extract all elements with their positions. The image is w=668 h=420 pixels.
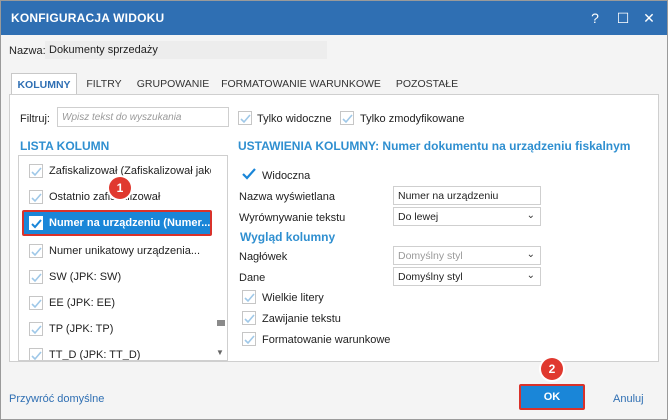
header-style-value: Domyślny styl — [398, 250, 463, 262]
visible-label: Widoczna — [262, 170, 311, 182]
tab-pozostale[interactable]: POZOSTAŁE — [389, 73, 465, 95]
chevron-down-icon: ⌄ — [526, 270, 535, 281]
list-item-label: Numer na urządzeniu (Numer... — [49, 217, 211, 229]
columns-panel: Filtruj: Wpisz tekst do wyszukania Tylko… — [9, 94, 659, 362]
step-badge-1: 1 — [109, 177, 131, 199]
list-item[interactable]: SW (JPK: SW) — [19, 264, 215, 290]
column-checkbox[interactable] — [29, 270, 43, 284]
conditional-format-label: Formatowanie warunkowe — [262, 334, 391, 346]
name-field[interactable]: Dokumenty sprzedaży — [45, 41, 327, 59]
column-checkbox[interactable] — [29, 216, 43, 230]
header-style-label: Nagłówek — [239, 251, 288, 263]
dialog-body: Nazwa: Dokumenty sprzedaży KOLUMNY FILTR… — [1, 35, 667, 419]
column-checkbox[interactable] — [29, 322, 43, 336]
check-icon — [244, 314, 255, 324]
display-name-label: Nazwa wyświetlana — [239, 191, 335, 203]
check-icon — [31, 247, 42, 257]
check-icon — [244, 335, 255, 345]
list-item[interactable]: EE (JPK: EE) — [19, 290, 215, 316]
dialog-title: KONFIGURACJA WIDOKU — [11, 11, 165, 25]
name-label: Nazwa: — [9, 45, 46, 57]
check-icon — [31, 167, 42, 177]
chevron-down-icon: ⌄ — [526, 249, 535, 260]
list-item-label: TP (JPK: TP) — [49, 323, 114, 335]
dialog-window: KONFIGURACJA WIDOKU ? ☐ ✕ Nazwa: Dokumen… — [0, 0, 668, 420]
scroll-down-icon[interactable]: ▼ — [216, 348, 224, 357]
help-icon[interactable]: ? — [585, 8, 605, 28]
step-badge-2: 2 — [541, 358, 563, 380]
only-modified-checkbox[interactable] — [340, 111, 354, 125]
header-style-select[interactable]: Domyślny styl ⌄ — [393, 246, 541, 265]
check-icon — [31, 351, 42, 360]
text-align-value: Do lewej — [398, 211, 439, 223]
tab-strip: KOLUMNY FILTRY GRUPOWANIE FORMATOWANIE W… — [9, 73, 659, 95]
column-checkbox[interactable] — [29, 348, 43, 360]
display-name-input[interactable]: Numer na urządzeniu — [393, 186, 541, 205]
text-align-select[interactable]: Do lewej ⌄ — [393, 207, 541, 226]
uppercase-checkbox[interactable] — [242, 290, 256, 304]
text-align-label: Wyrównywanie tekstu — [239, 212, 346, 224]
filter-label: Filtruj: — [20, 113, 50, 125]
column-list-title: LISTA KOLUMN — [20, 139, 110, 153]
only-visible-label: Tylko widoczne — [257, 113, 332, 125]
list-scrollbar-thumb[interactable] — [217, 320, 225, 326]
close-icon[interactable]: ✕ — [639, 8, 659, 28]
check-icon — [31, 193, 42, 203]
list-item-label: Zafiskalizował (Zafiskalizował jako... — [49, 165, 211, 177]
appearance-title: Wygląd kolumny — [240, 230, 336, 244]
wrap-text-label: Zawijanie tekstu — [262, 313, 341, 325]
tab-formatowanie-warunkowe[interactable]: FORMATOWANIE WARUNKOWE — [221, 73, 381, 95]
check-icon — [244, 293, 255, 303]
uppercase-label: Wielkie litery — [262, 292, 324, 304]
list-item-label: Numer unikatowy urządzenia... — [49, 245, 201, 257]
maximize-icon[interactable]: ☐ — [613, 8, 633, 28]
check-icon — [31, 299, 42, 309]
tab-filtry[interactable]: FILTRY — [81, 73, 127, 95]
cancel-button[interactable]: Anuluj — [613, 393, 644, 405]
data-style-label: Dane — [239, 272, 266, 284]
tab-grupowanie[interactable]: GRUPOWANIE — [133, 73, 213, 95]
restore-defaults-link[interactable]: Przywróć domyślne — [9, 393, 104, 405]
conditional-format-checkbox[interactable] — [242, 332, 256, 346]
list-item-label: EE (JPK: EE) — [49, 297, 116, 309]
check-icon — [31, 273, 42, 283]
list-item-label: TT_D (JPK: TT_D) — [49, 349, 141, 361]
only-modified-label: Tylko zmodyfikowane — [360, 113, 465, 125]
list-item[interactable]: Numer unikatowy urządzenia... — [19, 238, 215, 264]
check-icon — [240, 114, 251, 124]
only-visible-checkbox[interactable] — [238, 111, 252, 125]
wrap-text-checkbox[interactable] — [242, 311, 256, 325]
ok-button[interactable]: OK — [519, 384, 585, 410]
check-icon — [342, 114, 353, 124]
check-icon — [31, 219, 42, 229]
filter-input[interactable]: Wpisz tekst do wyszukania — [57, 107, 229, 127]
data-style-select[interactable]: Domyślny styl ⌄ — [393, 267, 541, 286]
list-item[interactable]: TT_D (JPK: TT_D) — [19, 342, 215, 361]
column-settings-title: USTAWIENIA KOLUMNY: Numer dokumentu na u… — [238, 139, 631, 153]
list-item-selected[interactable]: Numer na urządzeniu (Numer... — [22, 210, 212, 236]
column-checkbox[interactable] — [29, 164, 43, 178]
list-item[interactable]: TP (JPK: TP) — [19, 316, 215, 342]
column-checkbox[interactable] — [29, 244, 43, 258]
title-bar: KONFIGURACJA WIDOKU ? ☐ ✕ — [1, 1, 667, 35]
tab-kolumny[interactable]: KOLUMNY — [11, 73, 77, 95]
column-checkbox[interactable] — [29, 296, 43, 310]
list-item-label: Ostatnio zafiskalizował — [49, 191, 161, 203]
list-item-label: SW (JPK: SW) — [49, 271, 122, 283]
chevron-down-icon: ⌄ — [526, 210, 535, 221]
check-icon — [31, 325, 42, 335]
visible-check-icon[interactable] — [242, 168, 256, 180]
data-style-value: Domyślny styl — [398, 271, 463, 283]
column-checkbox[interactable] — [29, 190, 43, 204]
